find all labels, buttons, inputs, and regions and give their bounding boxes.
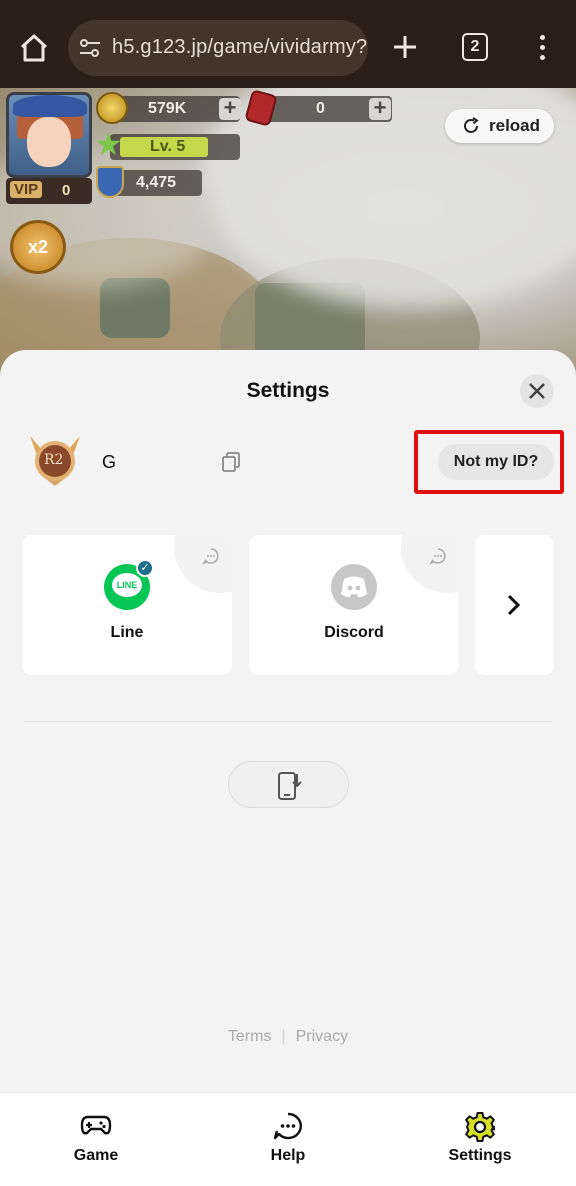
phone-download-icon — [278, 772, 302, 800]
reload-button[interactable]: reload — [445, 109, 554, 143]
vip-label: VIP — [10, 181, 43, 198]
gold-value: 579K — [148, 100, 187, 117]
power-value: 4,475 — [136, 174, 177, 191]
browser-toolbar: h5.g123.jp/game/vividarmy?l 2 — [0, 0, 576, 88]
copy-icon[interactable] — [221, 451, 241, 473]
settings-title: Settings — [246, 379, 330, 402]
settings-sheet: Settings R2 G Not my ID? LINE ✓ Line Dis… — [0, 350, 576, 1092]
discord-card[interactable]: Discord — [249, 535, 459, 675]
nav-game-label: Game — [73, 1147, 119, 1164]
x2-boost-badge[interactable]: x2 — [10, 220, 66, 274]
url-text[interactable]: h5.g123.jp/game/vividarmy?l — [112, 36, 368, 59]
divider — [24, 721, 552, 722]
level-bar: Lv. 5 — [110, 134, 240, 160]
user-name: G — [102, 452, 117, 472]
game-canvas[interactable]: VIP 0 579K + 0 + Lv. 5 ★ 4,475 x2 reload — [0, 88, 576, 388]
chat-bubble-icon — [202, 548, 219, 565]
account-transfer-button[interactable] — [228, 761, 349, 808]
footer-links: Terms | Privacy — [227, 1028, 349, 1045]
chat-help-icon — [273, 1112, 303, 1140]
player-avatar[interactable] — [6, 92, 92, 178]
nav-settings-label: Settings — [448, 1147, 512, 1164]
level-value: Lv. 5 — [150, 138, 186, 155]
tune-icon[interactable] — [78, 36, 102, 60]
nav-help[interactable]: Help — [192, 1093, 384, 1186]
plus-icon[interactable] — [388, 30, 422, 64]
terms-link[interactable]: Terms — [228, 1028, 272, 1045]
close-icon — [529, 383, 545, 399]
nav-game[interactable]: Game — [0, 1093, 192, 1186]
discord-logo-icon — [331, 564, 377, 610]
check-icon: ✓ — [136, 559, 154, 577]
gamepad-icon — [80, 1115, 112, 1135]
shield-icon — [96, 166, 124, 198]
gear-icon — [465, 1112, 495, 1142]
reload-label: reload — [489, 116, 541, 135]
add-gold-button[interactable]: + — [219, 97, 241, 120]
gem-value: 0 — [316, 100, 325, 117]
line-logo-text: LINE — [112, 573, 142, 597]
line-label: Line — [110, 624, 144, 641]
close-button[interactable] — [520, 374, 554, 408]
chat-bubble-icon — [429, 548, 446, 565]
chevron-right-icon — [507, 594, 521, 616]
vip-level: 0 — [62, 182, 71, 199]
nav-settings[interactable]: Settings — [384, 1093, 576, 1186]
privacy-link[interactable]: Privacy — [296, 1028, 348, 1045]
add-gem-button[interactable]: + — [369, 97, 391, 120]
home-icon[interactable] — [14, 28, 54, 68]
more-accounts-button[interactable] — [475, 535, 554, 675]
rank-label: R2 — [44, 452, 64, 468]
tab-switcher-button[interactable]: 2 — [462, 33, 488, 61]
rank-badge: R2 — [28, 434, 82, 490]
address-bar[interactable]: h5.g123.jp/game/vividarmy?l — [68, 20, 368, 76]
star-icon: ★ — [94, 126, 123, 162]
line-card[interactable]: LINE ✓ Line — [22, 535, 232, 675]
vip-panel[interactable]: VIP 0 — [6, 178, 92, 204]
reload-icon — [464, 117, 479, 133]
highlight-box — [414, 430, 564, 494]
nav-help-label: Help — [270, 1147, 306, 1164]
more-vert-icon[interactable] — [530, 32, 554, 64]
discord-label: Discord — [324, 624, 384, 641]
bottom-nav: Game Help Settings — [0, 1092, 576, 1186]
gold-coin-icon — [96, 92, 128, 124]
